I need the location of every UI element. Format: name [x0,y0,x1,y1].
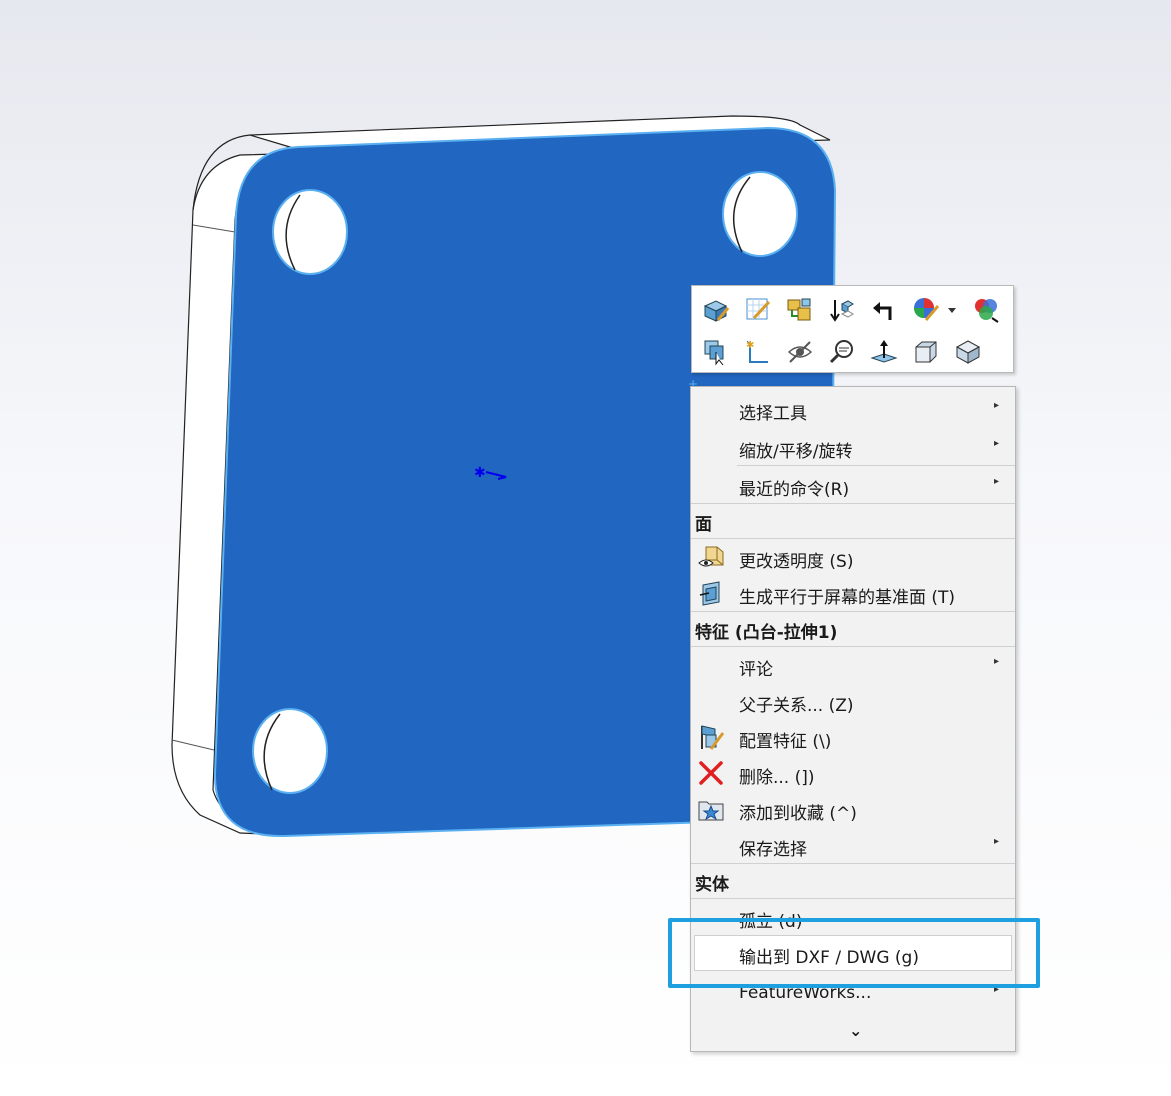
menu-item-zoom-pan-rotate[interactable]: 缩放/平移/旋转 ▸ [691,429,1015,465]
zoom-to-selection-icon[interactable] [826,336,858,368]
menu-item-parent-child[interactable]: 父子关系... (Z) [691,683,1015,719]
context-toolbar: ✱ [691,285,1014,373]
select-other-icon[interactable] [700,336,732,368]
menu-item-save-selection[interactable]: 保存选择 ▸ [691,827,1015,863]
menu-item-comments[interactable]: 评论 ▸ [691,647,1015,683]
menu-item-plane-parallel-screen[interactable]: 生成平行于屏幕的基准面 (T) [691,575,1015,611]
svg-text:✱: ✱ [474,465,486,481]
menu-item-isolate[interactable]: 孤立 (d) [691,899,1015,935]
menu-item-configure-feature[interactable]: 配置特征 (\) [691,719,1015,755]
menu-divider [737,465,1015,466]
transparency-icon [698,546,724,567]
submenu-arrow-icon: ▸ [993,836,999,847]
display-states-icon[interactable] [970,294,1002,326]
menu-item-add-to-favorites[interactable]: 添加到收藏 (^) [691,791,1015,827]
edit-sketch-icon[interactable] [742,294,774,326]
submenu-arrow-icon: ▸ [993,400,999,411]
menu-item-recent-commands[interactable]: 最近的命令(R) ▸ [691,467,1015,503]
section-header-face: 面 [695,515,712,535]
delete-icon [699,761,723,785]
chevron-down-icon: ⌄ [849,1021,863,1040]
submenu-arrow-icon: ▸ [993,476,999,487]
hole-top-right [722,171,798,257]
undo-arrow-icon[interactable] [868,294,900,326]
rollback-icon[interactable] [826,294,858,326]
appearance-dropdown-icon[interactable] [944,294,960,326]
submenu-arrow-icon: ▸ [993,438,999,449]
hole-bottom-left [252,708,328,794]
front-view-icon[interactable] [910,336,942,368]
menu-item-delete[interactable]: 删除... (]) [691,755,1015,791]
menu-item-export-dxf-dwg[interactable]: 输出到 DXF / DWG (g) [694,935,1012,971]
section-header-feature: 特征 (凸台-拉伸1) [695,623,838,643]
section-header-body: 实体 [695,875,729,895]
svg-text:✱: ✱ [746,340,754,351]
favorites-icon [698,801,724,821]
isometric-view-icon[interactable] [952,336,984,368]
edit-feature-icon[interactable] [700,294,732,326]
hide-icon[interactable] [784,336,816,368]
plane-parallel-screen-icon [699,581,720,606]
normal-to-icon[interactable] [868,336,900,368]
sketch-icon[interactable]: ✱ [742,336,774,368]
configure-feature-icon [701,725,725,750]
appearance-icon[interactable] [910,294,942,326]
menu-expand-button[interactable]: ⌄ [691,1017,1015,1053]
submenu-arrow-icon: ▸ [993,656,999,667]
submenu-arrow-icon: ▸ [993,984,999,995]
menu-item-selection-tools[interactable]: 选择工具 ▸ [691,391,1015,427]
menu-item-change-transparency[interactable]: 更改透明度 (S) [691,539,1015,575]
menu-item-featureworks[interactable]: FeatureWorks... ▸ [691,975,1015,1011]
cross-section-icon[interactable] [784,294,816,326]
hole-top-left [272,189,348,275]
